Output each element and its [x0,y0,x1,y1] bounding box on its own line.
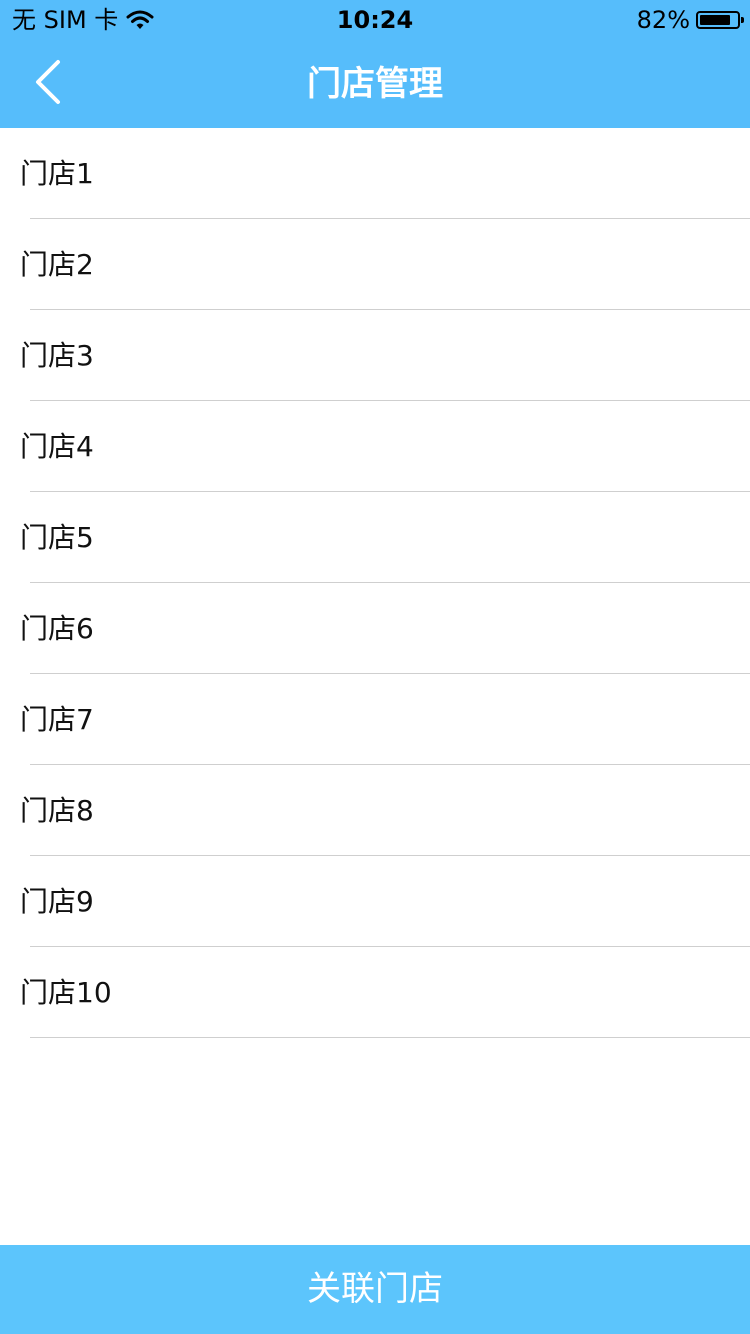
store-list: 门店1 门店2 门店3 门店4 门店5 门店6 门店7 门店8 门店9 门店10 [0,128,750,1038]
battery-level-fill [700,15,730,25]
battery-percent: 82% [636,6,690,34]
status-bar: 无 SIM 卡 10:24 82% [0,0,750,40]
store-list-item[interactable]: 门店5 [0,492,750,583]
store-name: 门店3 [20,339,94,372]
store-name: 门店7 [20,703,94,736]
store-list-item[interactable]: 门店8 [0,765,750,856]
row-divider [30,1037,750,1038]
top-bar: 无 SIM 卡 10:24 82% 门店管理 [0,0,750,128]
store-name: 门店5 [20,521,94,554]
store-list-item[interactable]: 门店9 [0,856,750,947]
store-name: 门店9 [20,885,94,918]
screen: 无 SIM 卡 10:24 82% 门店管理 门店1 门店2 门店3 门店4 门… [0,0,750,1334]
store-name: 门店8 [20,794,94,827]
link-store-button[interactable]: 关联门店 [0,1245,750,1334]
battery-cap [741,17,744,23]
store-name: 门店6 [20,612,94,645]
store-name: 门店4 [20,430,94,463]
store-name: 门店10 [20,976,112,1009]
store-list-item[interactable]: 门店6 [0,583,750,674]
store-list-item[interactable]: 门店3 [0,310,750,401]
store-list-item[interactable]: 门店1 [0,128,750,219]
page-title: 门店管理 [307,64,443,104]
battery-icon [696,11,744,29]
store-name: 门店2 [20,248,94,281]
store-list-item[interactable]: 门店7 [0,674,750,765]
battery-status: 82% [636,6,744,34]
store-list-item[interactable]: 门店4 [0,401,750,492]
store-list-item[interactable]: 门店2 [0,219,750,310]
store-name: 门店1 [20,157,94,190]
store-list-item[interactable]: 门店10 [0,947,750,1038]
